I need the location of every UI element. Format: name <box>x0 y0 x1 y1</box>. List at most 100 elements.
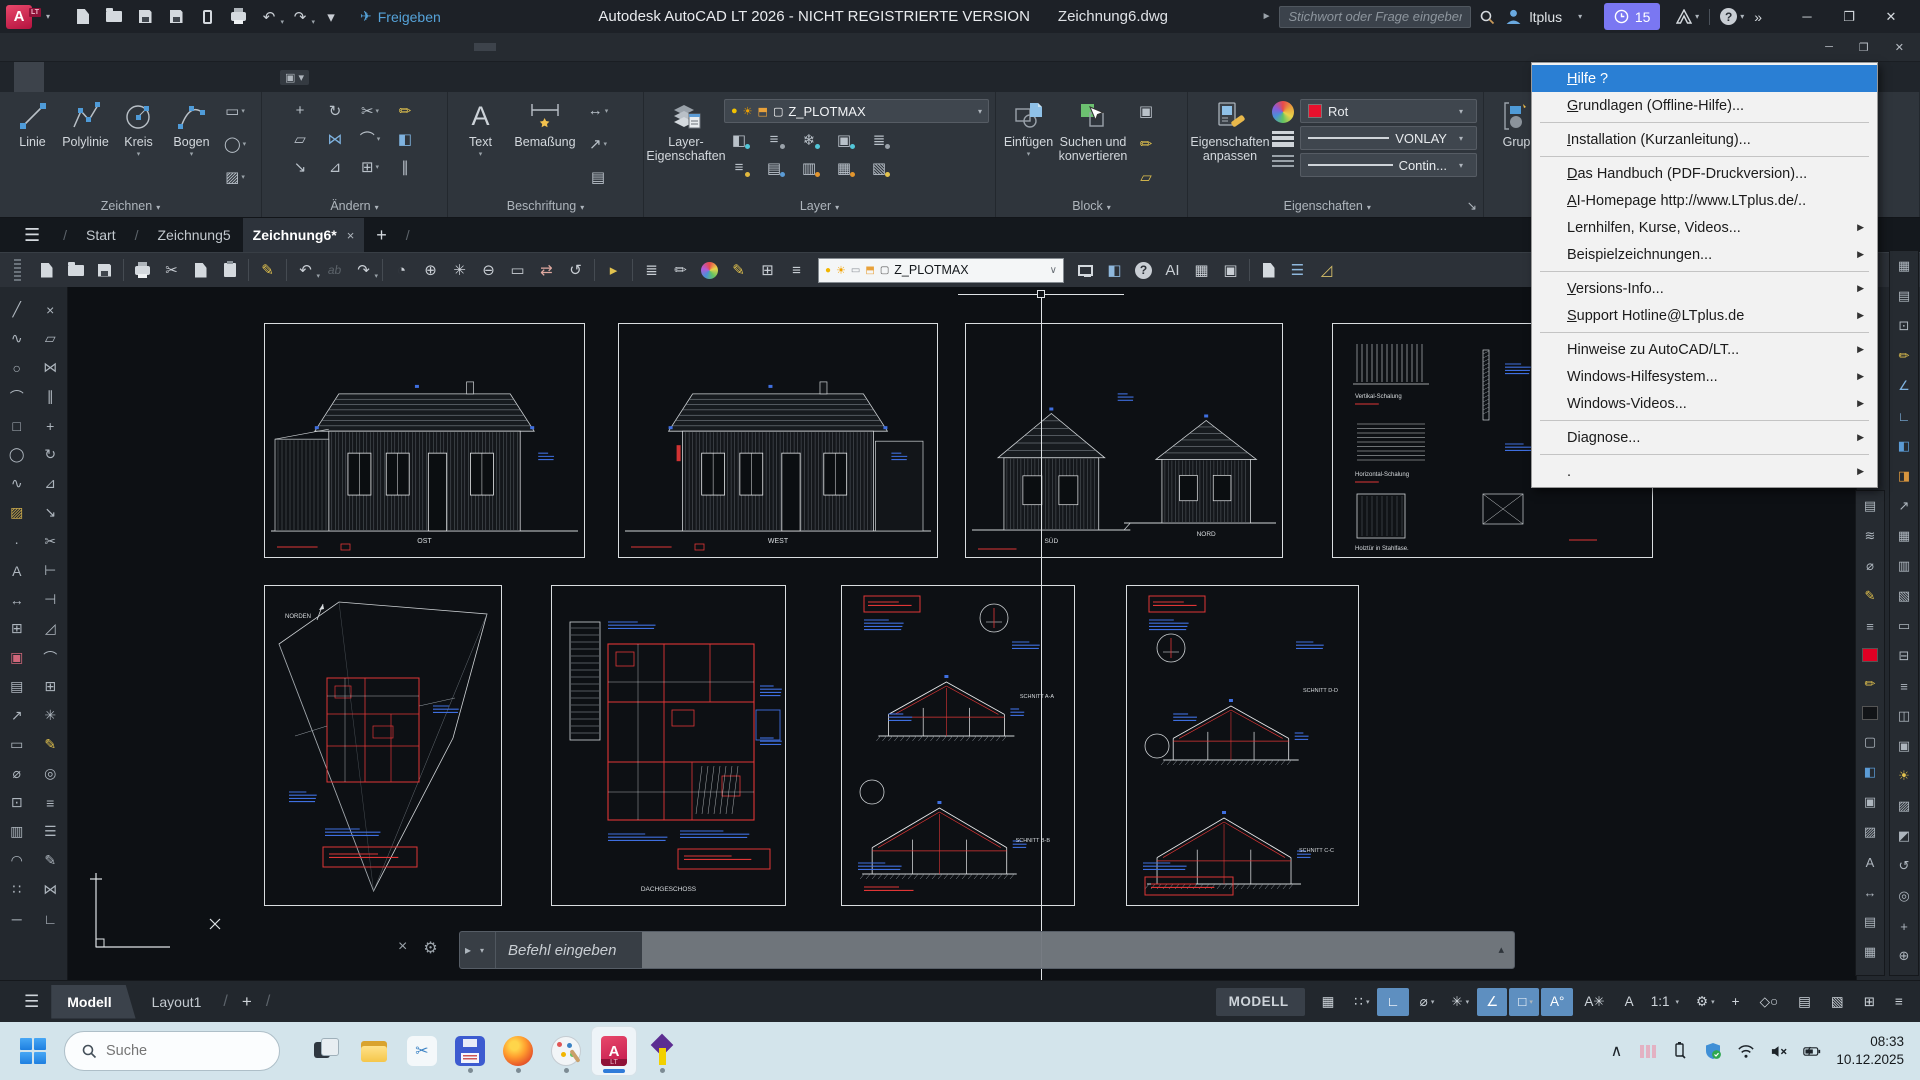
leader-icon[interactable]: ↗▾ <box>583 130 613 157</box>
command-prompt-icon[interactable]: ▸▾ <box>460 932 496 968</box>
menu-item[interactable] <box>364 43 386 51</box>
ribbon-tab[interactable] <box>78 62 108 92</box>
rotate-tool-icon[interactable]: ↻ <box>34 440 68 469</box>
menu-item[interactable] <box>34 43 56 51</box>
help-menu-item[interactable]: Lernhilfen, Kurse, Videos... <box>1532 214 1877 241</box>
annotation-visibility-icon[interactable]: A° <box>1541 988 1573 1016</box>
plan-view-icon[interactable]: ▭ <box>1890 611 1918 641</box>
help-menu-item[interactable]: Support Hotline@LTplus.de <box>1532 302 1877 329</box>
add-cleanscreen-icon[interactable]: + <box>1723 988 1749 1016</box>
layout-menu-icon[interactable]: ☰ <box>12 992 51 1012</box>
markup-icon[interactable]: ✎ <box>1856 581 1884 611</box>
dim-linear-icon[interactable]: ↔▾ <box>583 97 613 124</box>
detail-view-icon[interactable]: ⊡ <box>1890 311 1918 341</box>
lineweight-icon[interactable] <box>1272 131 1294 147</box>
layer-off-icon[interactable]: ◧ <box>724 126 754 153</box>
table-icon[interactable]: ▤▾ <box>583 164 613 191</box>
stretch-icon[interactable]: ↘▾ <box>285 153 315 180</box>
customize-status-icon[interactable]: ≡ <box>1886 988 1912 1016</box>
zoom-in-icon[interactable]: ⊕ <box>417 257 444 284</box>
circle-button[interactable]: Kreis▾ <box>112 97 165 196</box>
open-folder-icon[interactable] <box>101 5 127 29</box>
ribbon-tab[interactable] <box>174 62 204 92</box>
new-file-icon[interactable] <box>33 257 60 284</box>
brush-icon[interactable]: ✏ <box>667 257 694 284</box>
usb-device-icon[interactable] <box>1671 1042 1689 1060</box>
polyline-tool-icon[interactable]: ∿ <box>0 324 34 353</box>
match-properties-icon[interactable]: ✎ <box>254 257 281 284</box>
window-icon[interactable]: ▣ <box>1217 257 1244 284</box>
toolbar-divider[interactable] <box>123 259 124 281</box>
linetype-combo[interactable]: Contin...▾ <box>1300 153 1477 177</box>
properties-tool-icon[interactable]: ☰ <box>34 817 68 846</box>
layer-isolate-icon[interactable]: ≡ <box>759 126 789 153</box>
color-combo[interactable]: Rot▾ <box>1300 99 1477 123</box>
pedit-tool-icon[interactable]: ✎ <box>34 730 68 759</box>
array-icon[interactable]: ⊞▾ <box>355 153 385 180</box>
security-shield-icon[interactable] <box>1704 1042 1722 1060</box>
expand-command-icon[interactable]: ▴ <box>1498 943 1504 956</box>
menu-item[interactable] <box>122 43 144 51</box>
menu-item[interactable] <box>430 43 452 51</box>
copy-clip-icon[interactable] <box>187 257 214 284</box>
help-menu-item[interactable]: Windows-Videos... <box>1532 390 1877 417</box>
pan-icon[interactable]: ⇄ <box>533 257 560 284</box>
undo-icon[interactable]: ↶ <box>292 257 319 284</box>
blank-swatch[interactable]: ▢ <box>1856 727 1884 757</box>
object-snap-icon[interactable]: □▾ <box>1509 988 1539 1016</box>
taskbar-search[interactable] <box>64 1031 280 1071</box>
stamp-icon[interactable]: ▣ <box>1856 787 1884 817</box>
workspace-switching-icon[interactable]: ◇○ <box>1751 988 1788 1016</box>
spline-tool-icon[interactable]: ∿ <box>0 469 34 498</box>
menu-item[interactable] <box>386 43 408 51</box>
overflow-chevrons-icon[interactable]: » <box>1754 9 1762 25</box>
battery-charging-icon[interactable] <box>1803 1045 1821 1058</box>
convert-button[interactable]: Suchen und konvertieren <box>1057 97 1129 196</box>
object-snap-tracking-icon[interactable]: ∠ <box>1477 988 1507 1016</box>
mdi-close-button[interactable]: ✕ <box>1895 41 1904 54</box>
move-3d-icon[interactable]: ↗ <box>1890 491 1918 521</box>
share-button[interactable]: ✈Freigeben <box>360 8 441 25</box>
draworder-tool-icon[interactable]: ≡ <box>34 788 68 817</box>
ribbon-tab[interactable] <box>14 62 44 92</box>
redo-icon[interactable]: ↷ <box>350 257 377 284</box>
new-file-icon[interactable] <box>70 5 96 29</box>
help-menu-item[interactable]: Hinweise zu AutoCAD/LT... <box>1532 336 1877 363</box>
cube-icon[interactable]: ▧ <box>1890 581 1918 611</box>
zoom-window-icon[interactable]: ▭ <box>504 257 531 284</box>
autodesk-assistant-button[interactable]: ▾ <box>1676 9 1699 24</box>
file-explorer-icon[interactable] <box>352 1027 396 1075</box>
color-wheel-icon[interactable] <box>1272 101 1294 123</box>
text-tool-icon[interactable]: A <box>0 556 34 585</box>
plot-icon[interactable] <box>225 5 251 29</box>
toolbar-divider[interactable] <box>382 259 383 281</box>
panel-label-block[interactable]: Block▾ <box>996 196 1187 217</box>
pencil-icon[interactable]: ✎ <box>725 257 752 284</box>
help-menu-item[interactable]: Beispielzeichnungen... <box>1532 241 1877 268</box>
help-menu-item-hilfe[interactable]: Hilfe ? <box>1532 65 1877 92</box>
snap-mode-icon[interactable]: ∷▾ <box>1345 988 1375 1016</box>
isolate-objects-icon[interactable]: ▧ <box>1822 988 1853 1016</box>
monitor-icon[interactable] <box>1072 257 1099 284</box>
fillet-icon[interactable]: ⌒▾ <box>355 125 385 152</box>
regen-icon[interactable]: ab <box>321 257 348 284</box>
plot-status-icon[interactable]: ▤ <box>1789 988 1820 1016</box>
menu-item[interactable] <box>452 43 474 51</box>
menu-item-hilfe[interactable] <box>474 43 496 51</box>
ribbon-tab[interactable] <box>206 62 236 92</box>
render-icon[interactable]: ◩ <box>1890 821 1918 851</box>
file-tab-start[interactable]: Start <box>76 219 126 251</box>
box-iso-icon[interactable]: ◨ <box>1890 461 1918 491</box>
lineweight-combo[interactable]: VONLAY▾ <box>1300 126 1477 150</box>
list-info-icon[interactable]: ☰ <box>1284 257 1311 284</box>
layer-select-combo[interactable]: ● ☀ ⬒ ▢ Z_PLOTMAX ▾ <box>724 99 989 123</box>
help-button[interactable]: ?▾ <box>1720 8 1744 25</box>
toolbar-divider[interactable] <box>594 259 595 281</box>
volume-muted-icon[interactable] <box>1770 1044 1788 1059</box>
start-button[interactable] <box>20 1038 46 1064</box>
break-tool-icon[interactable]: ⊣ <box>34 585 68 614</box>
file-tabs-menu-icon[interactable]: ☰ <box>10 225 54 246</box>
task-view-icon[interactable] <box>304 1027 348 1075</box>
command-line[interactable]: ▸▾ Befehl eingeben ▴ <box>459 931 1515 969</box>
autocad-lt-icon[interactable]: A <box>592 1027 636 1075</box>
